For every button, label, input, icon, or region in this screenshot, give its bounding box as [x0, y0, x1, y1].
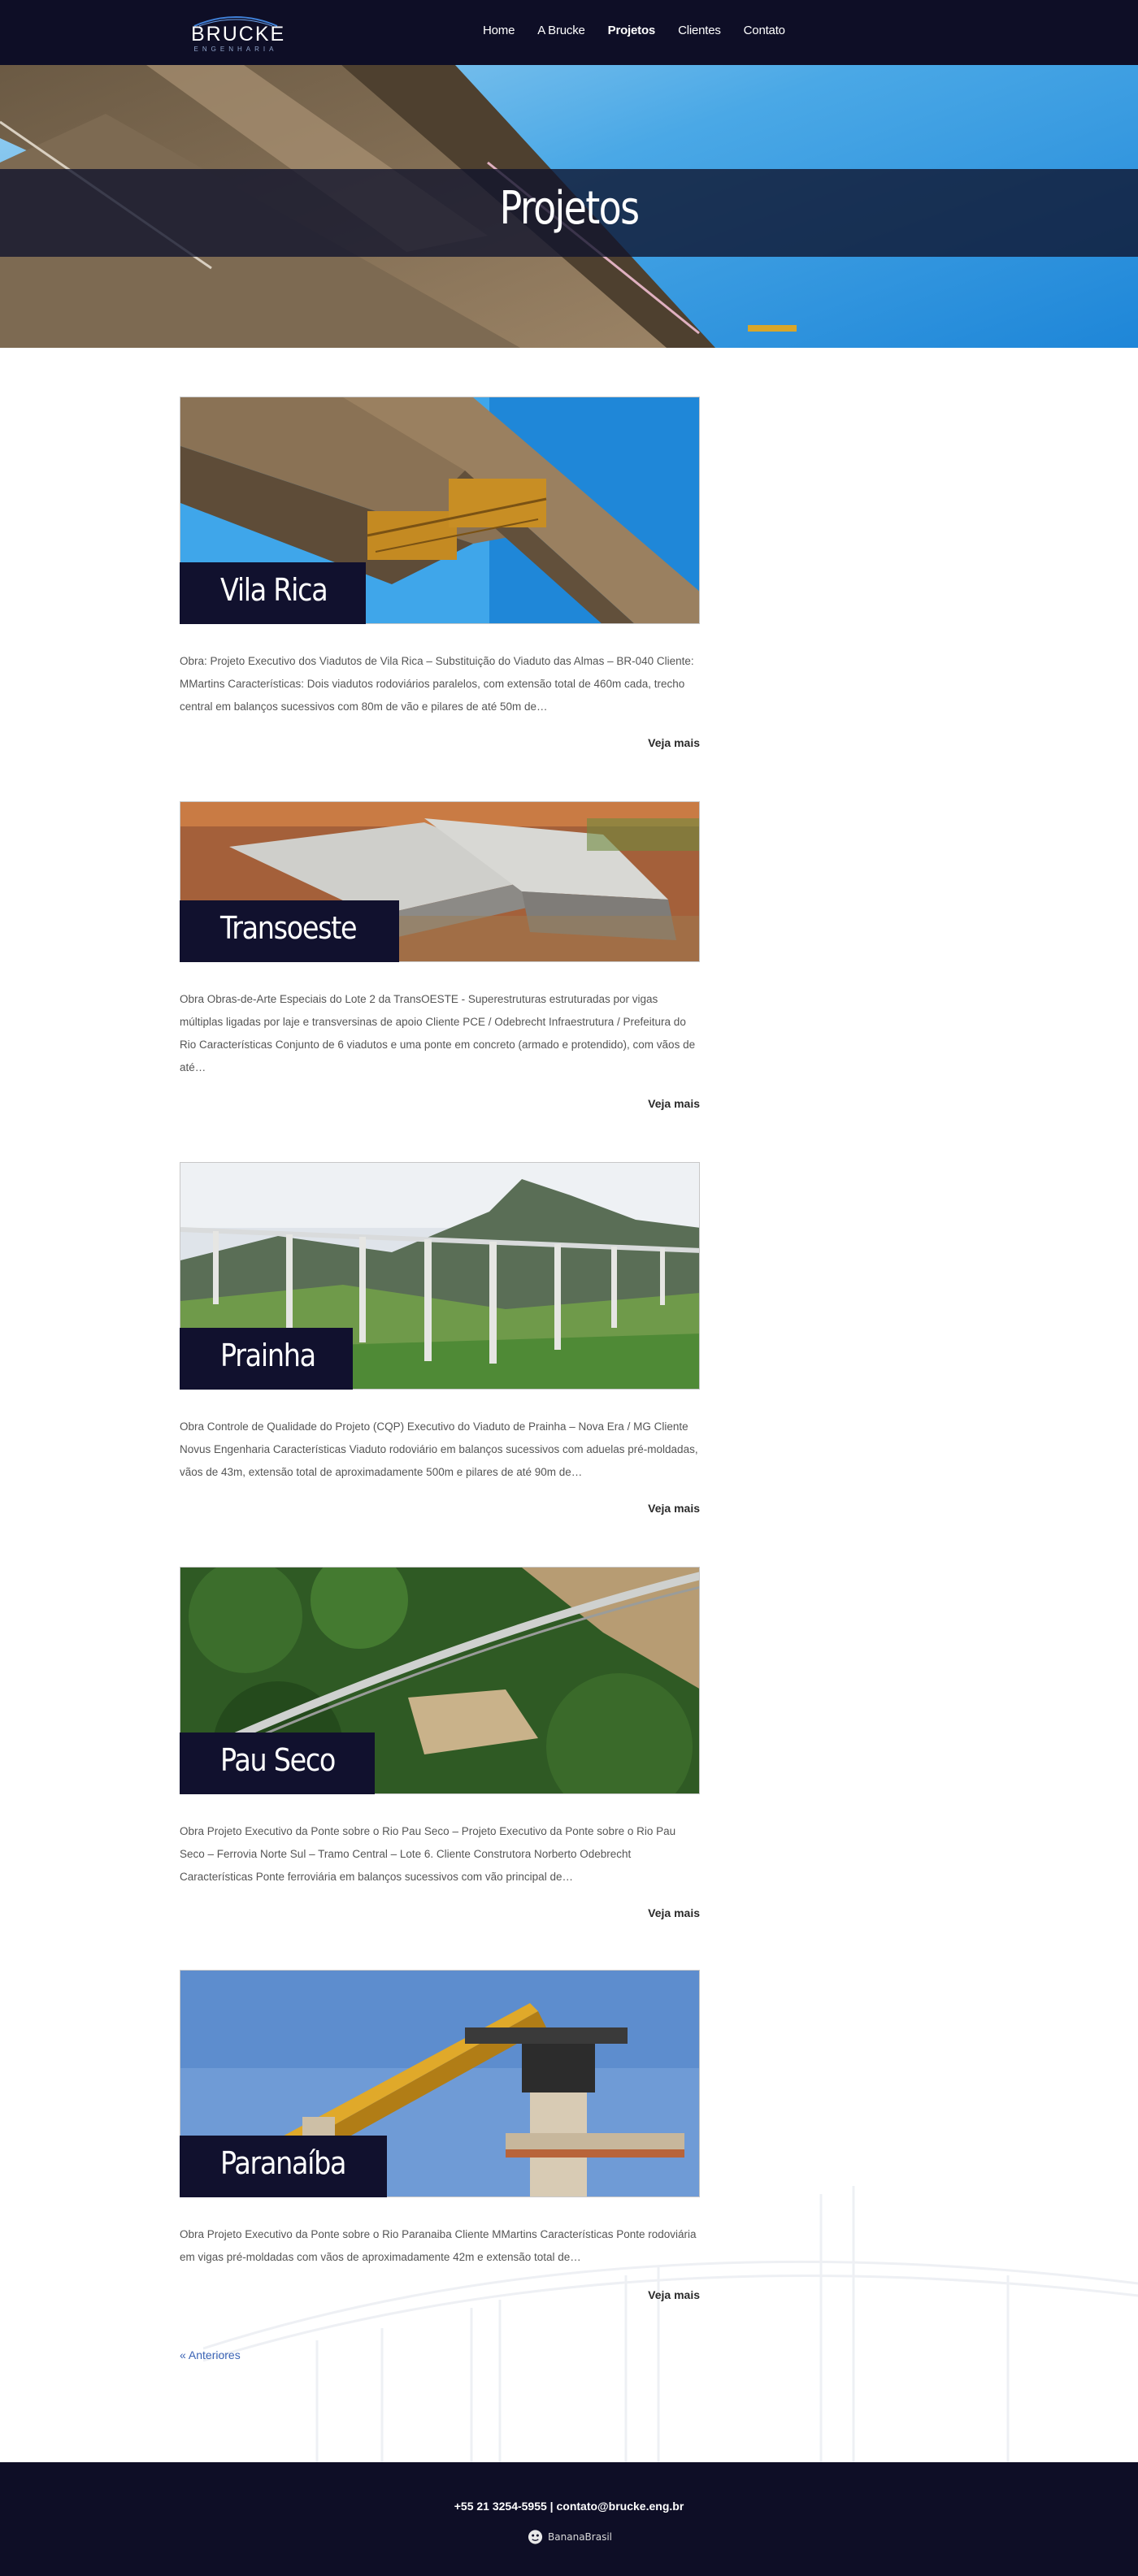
project-excerpt: Obra Controle de Qualidade do Projeto (C… [180, 1420, 698, 1478]
nav-clientes[interactable]: Clientes [678, 24, 721, 37]
project-title[interactable]: Transoeste [180, 900, 400, 962]
project-excerpt: Obra Projeto Executivo da Ponte sobre o … [180, 2228, 697, 2263]
nav-contato[interactable]: Contato [744, 24, 785, 37]
credit-text: BananaBrasil [548, 2531, 612, 2543]
project-title[interactable]: Paranaíba [180, 2136, 388, 2197]
nav-a-brucke[interactable]: A Brucke [537, 24, 585, 37]
nav-projetos[interactable]: Projetos [608, 24, 656, 37]
project-card-pau-seco: Pau Seco Obra Projeto Executivo da Ponte… [180, 1567, 700, 1924]
project-excerpt: Obra Projeto Executivo da Ponte sobre o … [180, 1825, 676, 1883]
developer-credit-link[interactable]: BananaBrasil [528, 2526, 612, 2548]
logo-subtitle: ENGENHARIA [193, 46, 278, 53]
main-nav: Home A Brucke Projetos Clientes Contato [483, 24, 808, 37]
project-card-prainha: Prainha Obra Controle de Qualidade do Pr… [180, 1162, 700, 1520]
brucke-logo[interactable]: BRUCKE ENGENHARIA [191, 11, 286, 55]
previous-posts-link[interactable]: « Anteriores [180, 2348, 241, 2361]
project-excerpt: Obra Obras-de-Arte Especiais do Lote 2 d… [180, 993, 696, 1073]
project-title[interactable]: Vila Rica [180, 562, 367, 624]
project-card-transoeste: Transoeste Obra Obras-de-Arte Especiais … [180, 801, 700, 1126]
read-more-link[interactable]: Veja mais [648, 1097, 700, 1110]
project-card-vila-rica: Vila Rica Obra: Projeto Executivo dos Vi… [180, 397, 700, 754]
project-card-paranaiba: Paranaíba Obra Projeto Executivo da Pont… [180, 1970, 700, 2311]
logo-wordmark: BRUCKE [191, 23, 286, 46]
banana-brasil-logo-icon [528, 2530, 543, 2544]
project-title[interactable]: Prainha [180, 1328, 353, 1390]
read-more-link[interactable]: Veja mais [648, 736, 700, 749]
footer-contact: +55 21 3254-5955 | contato@brucke.eng.br [454, 2500, 684, 2513]
nav-home[interactable]: Home [483, 24, 515, 37]
site-header: BRUCKE ENGENHARIA Home A Brucke Projetos… [0, 0, 1138, 65]
project-title[interactable]: Pau Seco [180, 1733, 376, 1794]
site-footer: +55 21 3254-5955 | contato@brucke.eng.br… [0, 2462, 1138, 2576]
project-excerpt: Obra: Projeto Executivo dos Viadutos de … [180, 655, 694, 713]
page-title: Projetos [499, 182, 640, 235]
read-more-link[interactable]: Veja mais [648, 2288, 700, 2301]
read-more-link[interactable]: Veja mais [648, 1906, 700, 1919]
read-more-link[interactable]: Veja mais [648, 1502, 700, 1515]
hero-banner: Projetos [0, 65, 1138, 348]
